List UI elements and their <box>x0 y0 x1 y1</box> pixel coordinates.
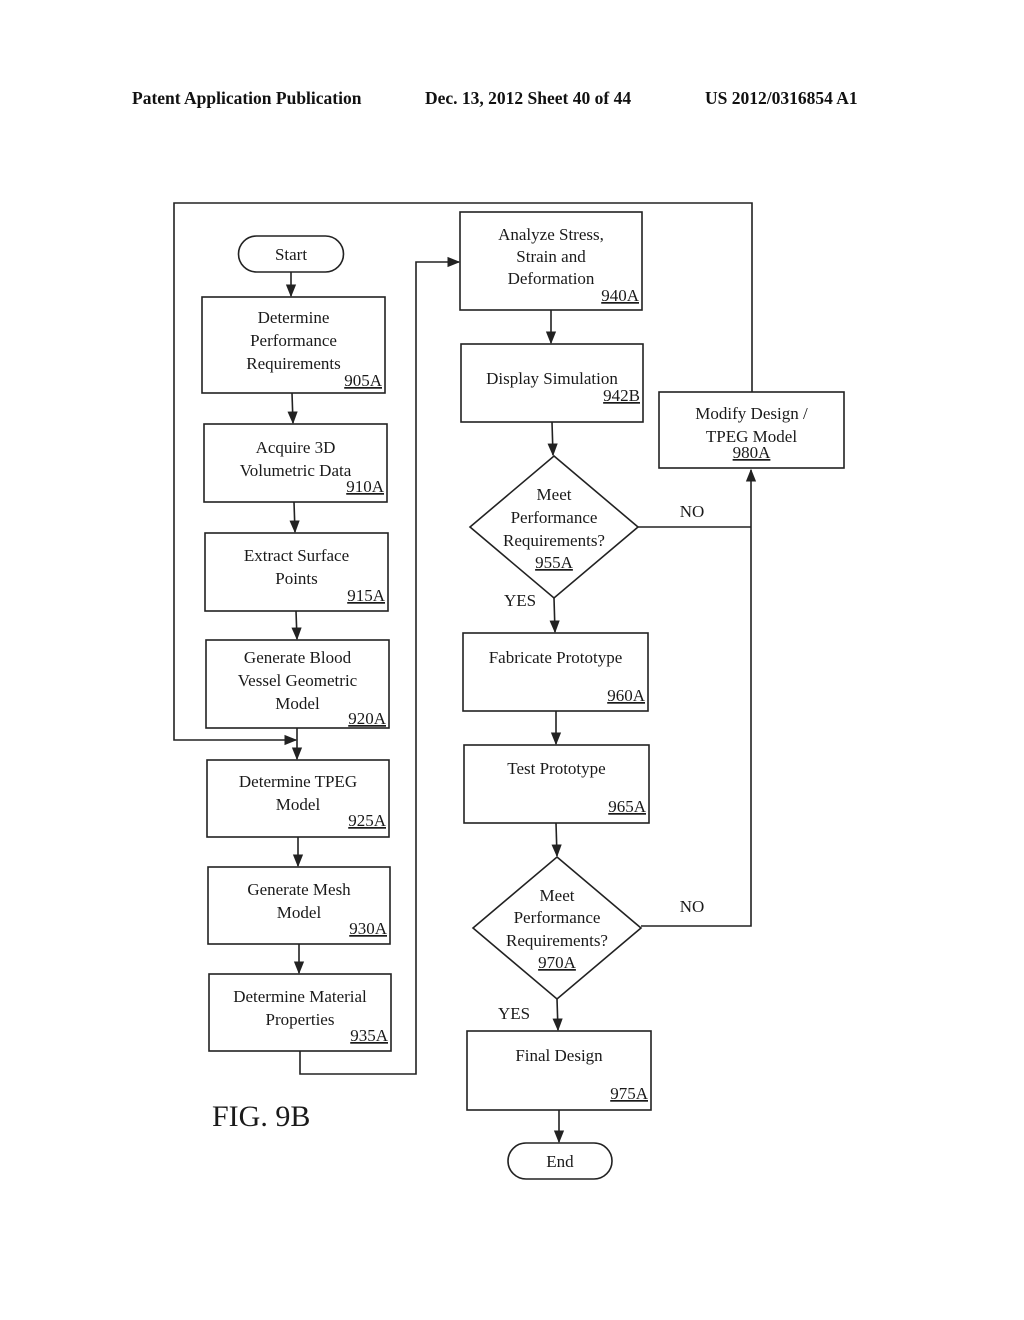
process-label: Determine TPEG <box>239 772 357 791</box>
connector-arrow <box>289 501 300 534</box>
decision-diamond <box>471 855 643 1001</box>
reference-number: 910A <box>346 477 385 496</box>
no-branch-label: NO <box>680 897 705 916</box>
process-label: Points <box>275 569 318 588</box>
process-label: Determine <box>258 308 330 327</box>
connector-arrow <box>287 392 298 425</box>
process-box-925A: Determine TPEG Model 925A <box>206 759 390 838</box>
decision-970A: Meet Performance Requirements? 970A YES NO <box>471 855 705 1023</box>
decision-label: Requirements? <box>503 531 605 550</box>
connector-arrow <box>551 822 562 858</box>
reference-number: 920A <box>348 709 387 728</box>
decision-label: Meet <box>540 886 575 905</box>
process-box-930A: Generate Mesh Model 930A <box>207 866 391 945</box>
process-label: Test Prototype <box>507 759 605 778</box>
process-label: Performance <box>250 331 337 350</box>
process-label: Model <box>277 903 322 922</box>
process-box-975A: Final Design 975A <box>466 1030 652 1111</box>
flowchart: Determine Performance Requirements905A Acqu… <box>173 202 845 1180</box>
process-box-940A: Analyze Stress, Strain and Deformation 940A <box>459 211 643 311</box>
reference-number: 980A <box>733 443 772 462</box>
process-box-942B: Display Simulation942B <box>460 343 644 423</box>
reference-number: 915A <box>347 586 386 605</box>
process-label: Deformation <box>508 269 595 288</box>
nodes: Determine Performance Requirements905A Acqu… <box>201 211 845 1180</box>
process-label: Acquire 3D <box>256 438 336 457</box>
process-box-980A: Modify Design /TPEG Model980A <box>658 391 845 469</box>
process-label: Volumetric Data <box>240 461 352 480</box>
start-terminal-label: Start <box>275 245 307 264</box>
process-label: Determine Material <box>233 987 367 1006</box>
decision-diamond <box>468 454 640 600</box>
process-box-910A: Acquire 3D Volumetric Data910A <box>203 423 388 503</box>
reference-number: 905A <box>344 371 383 390</box>
process-label: Requirements <box>246 354 340 373</box>
decision-955A: Meet Performance Requirements? 955A YES NO <box>468 454 705 610</box>
reference-number: 960A <box>607 686 646 705</box>
decision-label: Performance <box>511 508 598 527</box>
reference-number: 930A <box>349 919 388 938</box>
process-label: Final Design <box>515 1046 603 1065</box>
end-terminal-label: End <box>546 1152 574 1171</box>
reference-number: 935A <box>350 1026 389 1045</box>
process-label: Display Simulation <box>486 369 618 388</box>
figure-label: FIG. 9B <box>212 1100 310 1133</box>
reference-number: 925A <box>348 811 387 830</box>
reference-number: 955A <box>535 553 574 572</box>
decision-label: Performance <box>514 908 601 927</box>
start-terminal: Start <box>237 235 345 273</box>
decision-label: Requirements? <box>506 931 608 950</box>
reference-number: 965A <box>608 797 647 816</box>
reference-number: 975A <box>610 1084 649 1103</box>
decision-label: Meet <box>537 485 572 504</box>
yes-branch-label: YES <box>504 591 536 610</box>
process-label: Analyze Stress, <box>498 225 604 244</box>
process-label: Generate Blood <box>244 648 352 667</box>
yes-branch-label: YES <box>498 1004 530 1023</box>
no-branch-label: NO <box>680 502 705 521</box>
process-label: Extract Surface <box>244 546 349 565</box>
reference-number: 942B <box>603 386 640 405</box>
process-label: Vessel Geometric <box>238 671 358 690</box>
connector-arrow <box>547 421 558 457</box>
process-label: Generate Mesh <box>247 880 351 899</box>
process-box-935A: Determine Material Properties 935A <box>208 973 392 1052</box>
reference-number: 970A <box>538 953 577 972</box>
process-label: Strain and <box>516 247 586 266</box>
process-label: Model <box>275 694 320 713</box>
connector-no-970A <box>641 468 757 927</box>
process-label: Modify Design / <box>695 404 808 423</box>
end-terminal: End <box>507 1142 613 1180</box>
process-box-965A: Test Prototype965A <box>463 744 650 824</box>
process-box-915A: Extract Surface Points 915A <box>204 532 389 612</box>
connector-arrow <box>291 610 302 641</box>
connector-arrow <box>552 998 563 1032</box>
process-box-920A: Generate Blood Vessel Geometric Model 920A <box>205 639 390 729</box>
process-label: Properties <box>266 1010 335 1029</box>
process-box-905A: Determine Performance Requirements905A <box>201 296 386 394</box>
connector-arrow <box>549 597 560 634</box>
process-label: Fabricate Prototype <box>489 648 623 667</box>
process-box-960A: Fabricate Prototype 960A <box>462 632 649 712</box>
reference-number: 940A <box>601 286 640 305</box>
process-label: Model <box>276 795 321 814</box>
